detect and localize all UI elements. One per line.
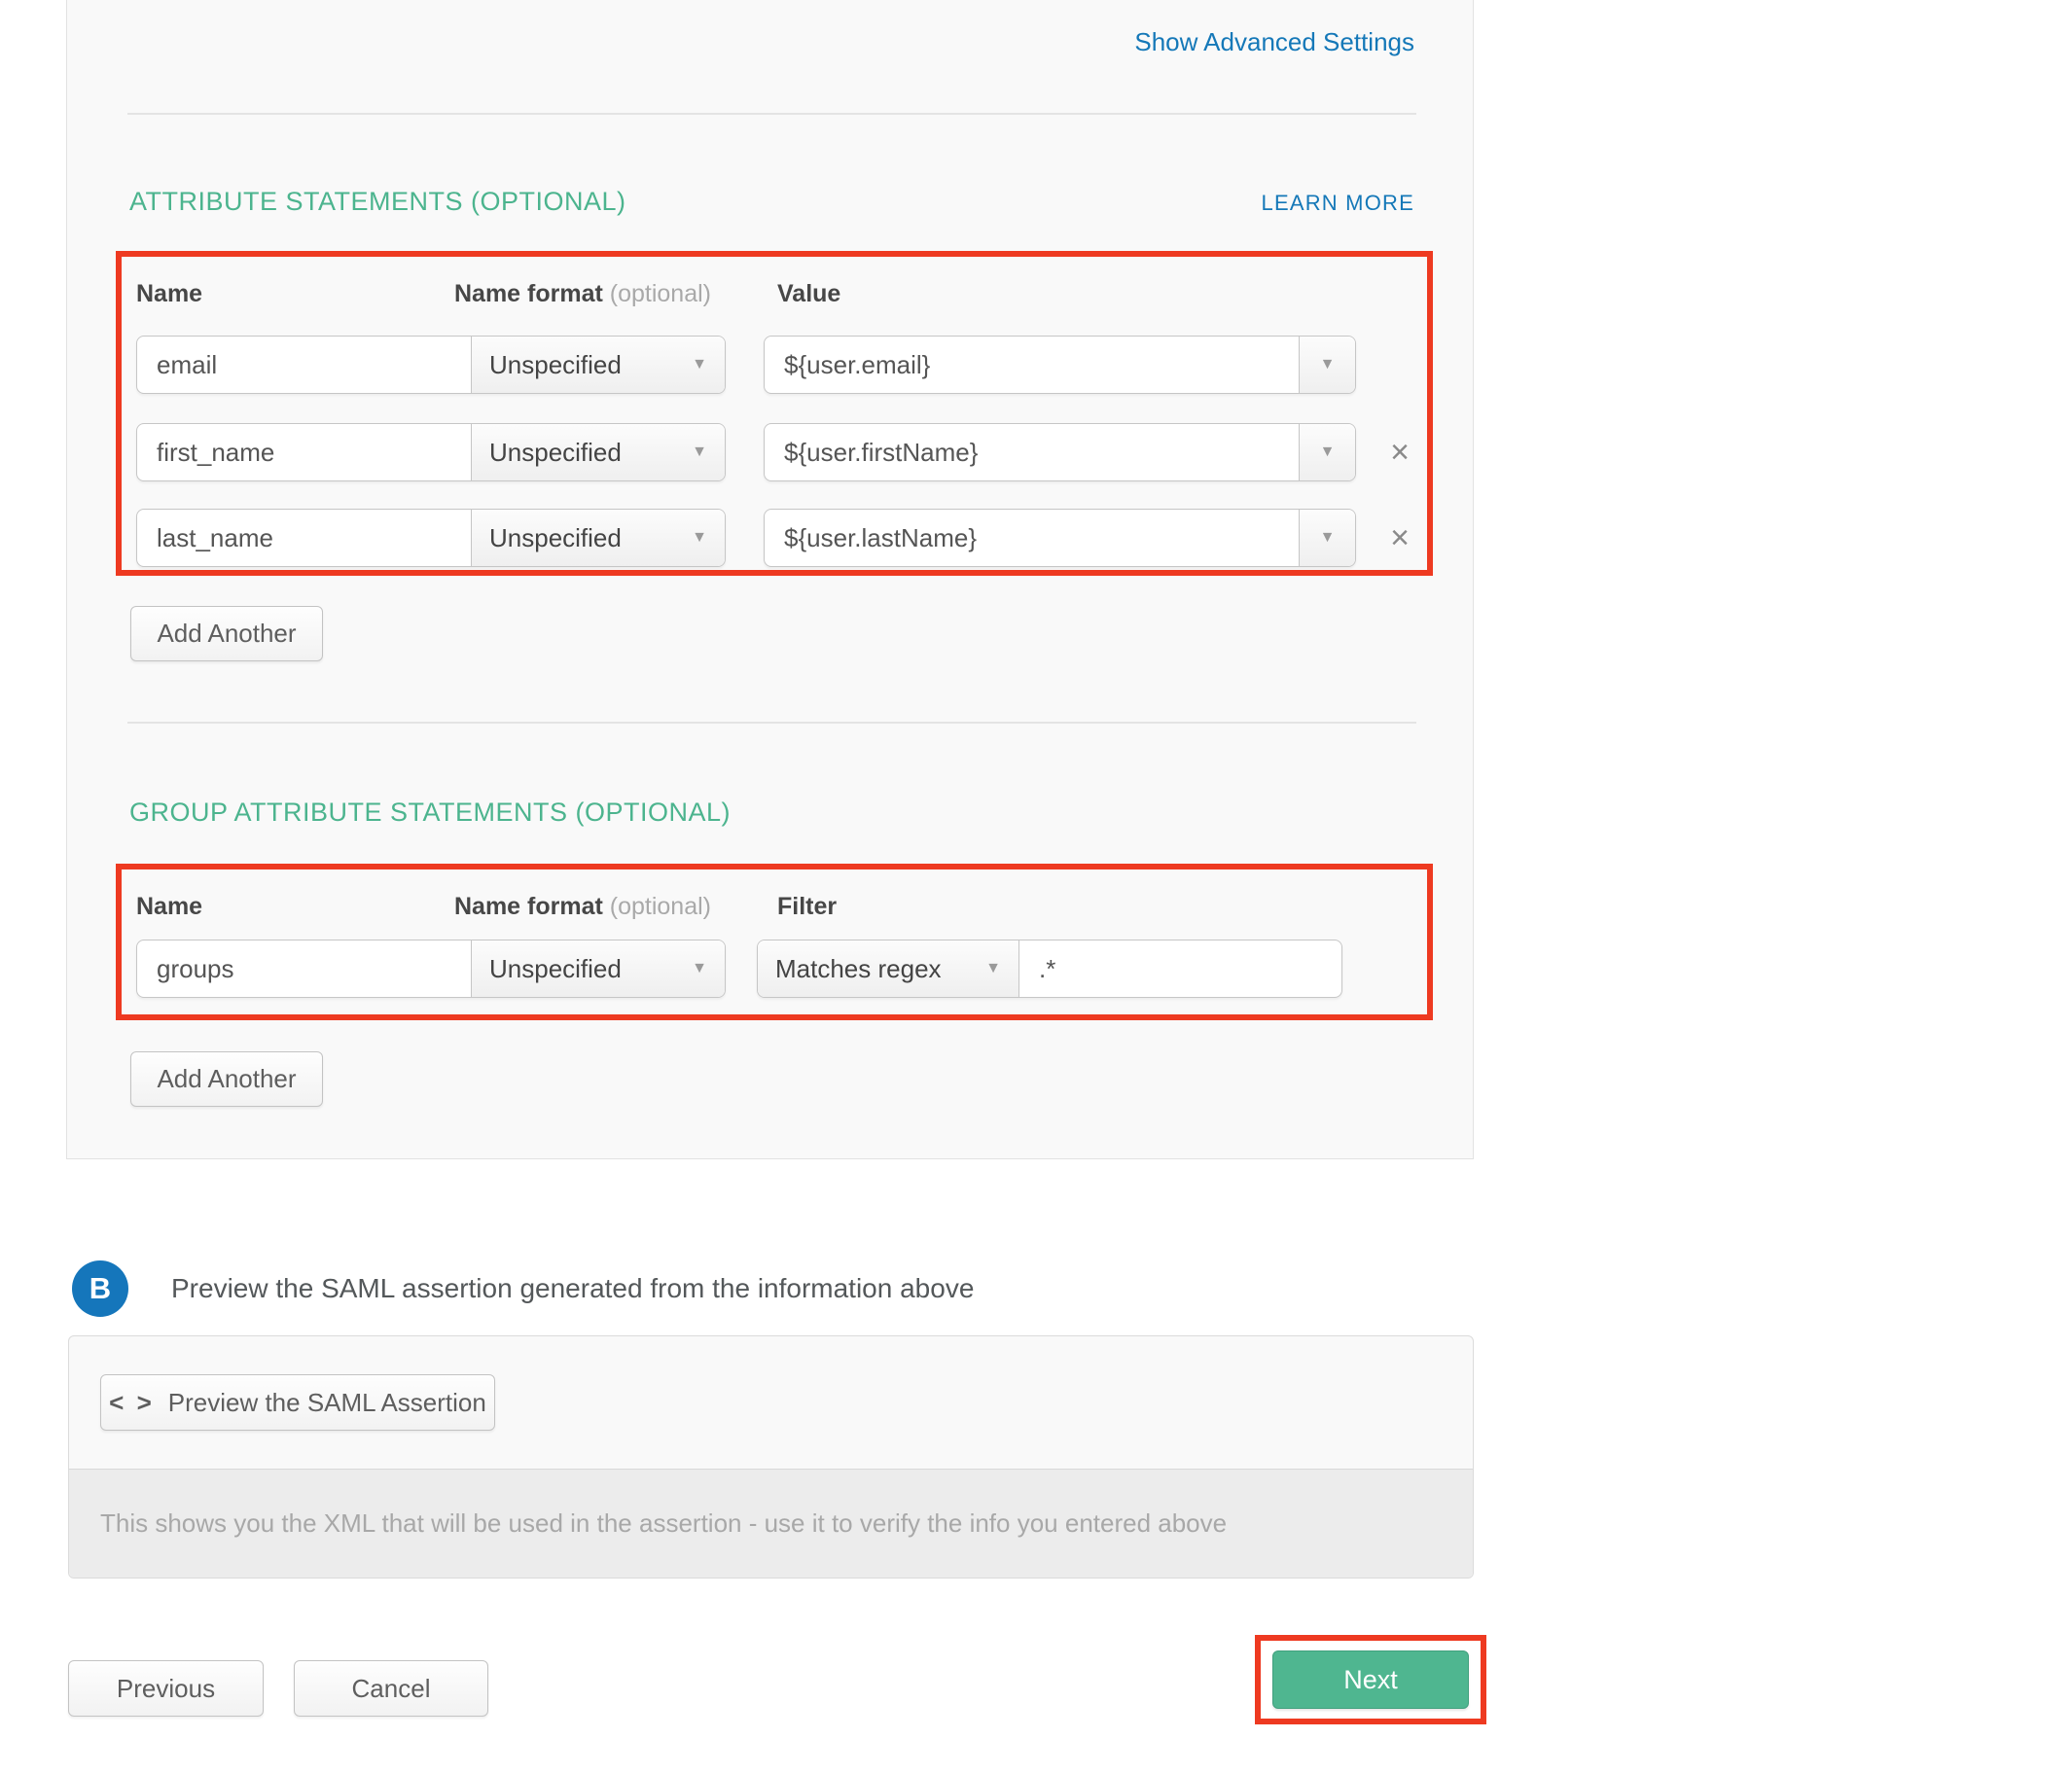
- attribute-name-input[interactable]: [137, 510, 471, 566]
- attribute-name-input[interactable]: [137, 337, 471, 393]
- remove-row-button[interactable]: ×: [1378, 423, 1421, 481]
- preview-assertion-panel: < > Preview the SAML Assertion This show…: [68, 1335, 1474, 1579]
- filter-value-input[interactable]: [1019, 940, 1341, 997]
- step-b-label: Preview the SAML assertion generated fro…: [171, 1273, 974, 1304]
- chevron-down-icon: ▼: [1320, 357, 1336, 373]
- attribute-statements-title: ATTRIBUTE STATEMENTS (OPTIONAL): [129, 187, 626, 217]
- attribute-row: Unspecified ▼: [136, 336, 726, 394]
- add-another-group-attribute-button[interactable]: Add Another: [130, 1051, 323, 1107]
- name-format-value: Unspecified: [489, 954, 622, 984]
- column-header-name: Name: [136, 893, 202, 921]
- remove-row-button[interactable]: ×: [1378, 509, 1421, 567]
- attribute-value-field: ▼: [764, 336, 1356, 394]
- chevron-down-icon: ▼: [692, 530, 707, 546]
- value-dropdown-button[interactable]: ▼: [1299, 424, 1355, 480]
- group-attribute-statements-title: GROUP ATTRIBUTE STATEMENTS (OPTIONAL): [129, 798, 731, 828]
- attribute-value-input[interactable]: [765, 337, 1299, 393]
- name-format-select[interactable]: Unspecified ▼: [471, 510, 725, 566]
- group-filter-field: Matches regex ▼: [757, 940, 1342, 998]
- name-format-value: Unspecified: [489, 523, 622, 553]
- attribute-value-field: ▼: [764, 423, 1356, 481]
- add-another-attribute-button[interactable]: Add Another: [130, 606, 323, 661]
- chevron-down-icon: ▼: [1320, 444, 1336, 460]
- preview-note-text: This shows you the XML that will be used…: [100, 1508, 1227, 1539]
- name-format-select[interactable]: Unspecified ▼: [471, 337, 725, 393]
- attribute-row: Unspecified ▼: [136, 509, 726, 567]
- next-button-highlight-box: Next: [1255, 1635, 1486, 1724]
- previous-button[interactable]: Previous: [68, 1660, 264, 1717]
- group-attribute-row: Unspecified ▼: [136, 940, 726, 998]
- name-format-value: Unspecified: [489, 350, 622, 380]
- name-format-select[interactable]: Unspecified ▼: [471, 424, 725, 480]
- learn-more-link[interactable]: LEARN MORE: [1262, 191, 1414, 216]
- value-dropdown-button[interactable]: ▼: [1299, 510, 1355, 566]
- saml-settings-page: Show Advanced Settings ATTRIBUTE STATEME…: [0, 0, 2072, 1774]
- step-b-badge: B: [72, 1260, 128, 1317]
- chevron-down-icon: ▼: [692, 444, 707, 460]
- column-header-name-format: Name format (optional): [454, 893, 711, 921]
- value-dropdown-button[interactable]: ▼: [1299, 337, 1355, 393]
- attribute-value-input[interactable]: [765, 424, 1299, 480]
- column-header-filter: Filter: [777, 893, 837, 921]
- filter-type-select[interactable]: Matches regex ▼: [758, 940, 1019, 997]
- saml-settings-panel: Show Advanced Settings ATTRIBUTE STATEME…: [66, 0, 1474, 1159]
- preview-saml-assertion-button[interactable]: < > Preview the SAML Assertion: [100, 1374, 495, 1431]
- column-header-value: Value: [777, 280, 840, 308]
- preview-note-strip: This shows you the XML that will be used…: [69, 1469, 1473, 1578]
- name-format-select[interactable]: Unspecified ▼: [471, 940, 725, 997]
- attribute-value-input[interactable]: [765, 510, 1299, 566]
- next-button[interactable]: Next: [1272, 1650, 1469, 1709]
- preview-button-label: Preview the SAML Assertion: [168, 1388, 486, 1418]
- chevron-down-icon: ▼: [985, 961, 1001, 976]
- cancel-button[interactable]: Cancel: [294, 1660, 488, 1717]
- attribute-row: Unspecified ▼: [136, 423, 726, 481]
- name-format-value: Unspecified: [489, 438, 622, 468]
- chevron-down-icon: ▼: [692, 357, 707, 373]
- column-header-name-format: Name format (optional): [454, 280, 711, 308]
- show-advanced-settings-link[interactable]: Show Advanced Settings: [1134, 27, 1414, 57]
- section-divider: [127, 722, 1416, 724]
- group-attribute-highlight-box: Name Name format (optional) Filter Unspe…: [116, 864, 1433, 1020]
- group-name-input[interactable]: [137, 940, 471, 997]
- step-b-header: B Preview the SAML assertion generated f…: [72, 1260, 974, 1317]
- attribute-statements-highlight-box: Name Name format (optional) Value Unspec…: [116, 251, 1433, 576]
- chevron-down-icon: ▼: [692, 961, 707, 976]
- chevron-down-icon: ▼: [1320, 530, 1336, 546]
- attribute-name-input[interactable]: [137, 424, 471, 480]
- code-icon: < >: [109, 1388, 155, 1418]
- attribute-value-field: ▼: [764, 509, 1356, 567]
- section-divider: [127, 113, 1416, 115]
- filter-type-value: Matches regex: [775, 954, 942, 984]
- column-header-name: Name: [136, 280, 202, 308]
